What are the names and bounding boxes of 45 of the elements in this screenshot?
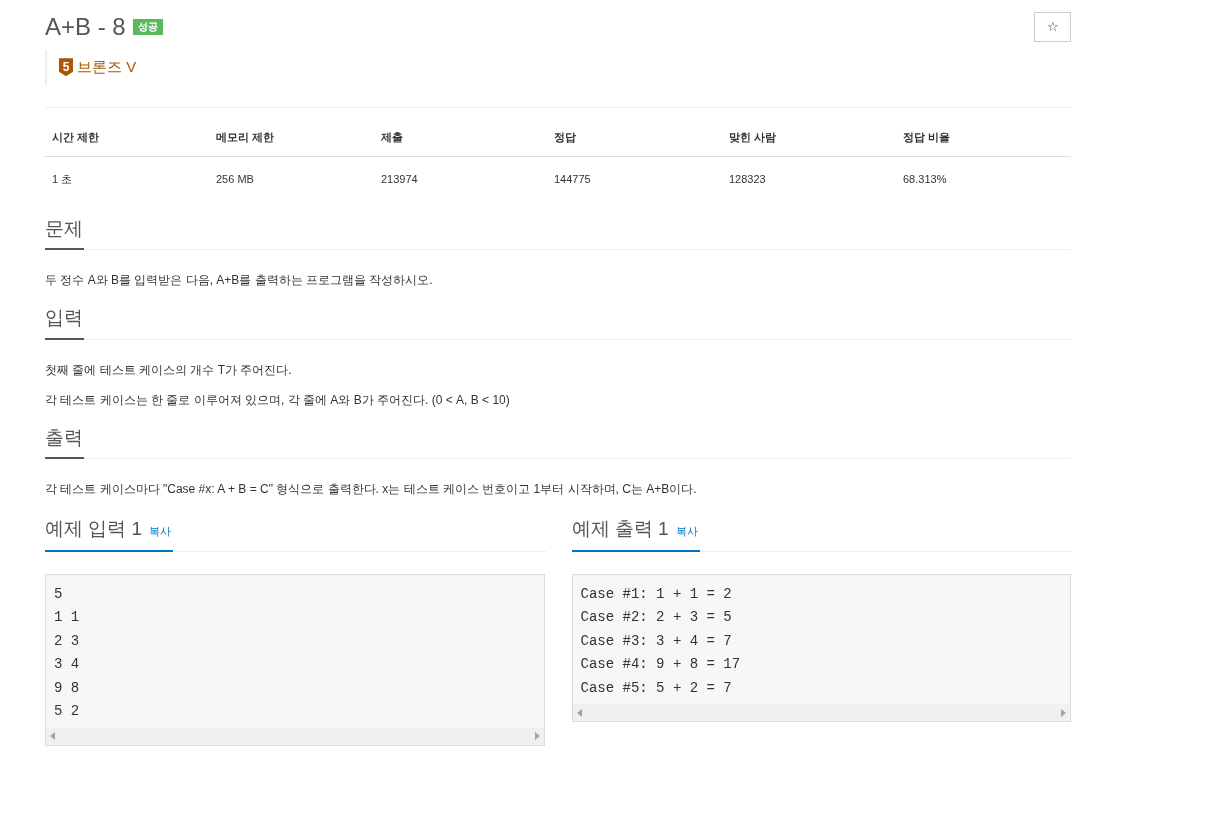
code-line: 5	[54, 584, 64, 604]
paragraph: 첫째 줄에 테스트 케이스의 개수 T가 주어진다.	[45, 361, 293, 378]
column-header: 정답	[554, 130, 576, 143]
result-badge: 성공	[132, 19, 163, 35]
table-cell: 144775	[554, 172, 591, 185]
scroll-right-icon[interactable]	[1061, 708, 1066, 717]
code-line: Case #1: 1 + 1 = 2	[580, 584, 733, 604]
section-heading: 출력	[45, 423, 84, 459]
table-cell: 68.313%	[903, 172, 947, 185]
sample-heading: 예제 출력 1	[571, 517, 669, 541]
code-line: Case #2: 2 + 3 = 5	[580, 608, 733, 627]
table-cell: 128323	[729, 172, 766, 185]
column-header: 시간 제한	[52, 130, 100, 143]
paragraph: 각 테스트 케이스마다 "Case #x: A + B = C" 형식으로 출력한다. x는 테스트 케이스 번호이고 1부터 시작하며, C는 A+B이다.	[45, 481, 698, 497]
code-line: 5 2	[54, 702, 81, 721]
code-line: 3 4	[54, 655, 81, 674]
column-header: 정답 비율	[903, 130, 951, 143]
tier-label[interactable]: 브론즈 V	[77, 56, 137, 79]
scroll-left-icon[interactable]	[50, 732, 55, 740]
paragraph: 각 테스트 케이스는 한 줄로 이루어져 있으며, 각 줄에 A와 B가 주어진다. (0 < A, B < 10)	[45, 391, 511, 408]
code-line: 1 1	[54, 608, 81, 627]
column-header: 제출	[381, 130, 403, 143]
table-cell: 256 MB	[216, 172, 254, 185]
code-line: Case #4: 9 + 8 = 17	[580, 655, 742, 674]
section-heading: 입력	[45, 304, 84, 340]
table-cell: 1 초	[52, 172, 73, 185]
code-line: Case #5: 5 + 2 = 7	[580, 678, 733, 698]
copy-link[interactable]: 복사	[675, 523, 698, 540]
column-header: 맞힌 사람	[729, 130, 777, 143]
problem-title: A+B - 8	[45, 12, 126, 42]
star-button[interactable]: ☆	[1034, 12, 1071, 42]
horizontal-scrollbar[interactable]	[572, 704, 1070, 721]
column-header: 메모리 제한	[216, 130, 275, 143]
paragraph: 두 정수 A와 B를 입력받은 다음, A+B를 출력하는 프로그램을 작성하시오.	[45, 272, 434, 288]
tier-badge: 5	[59, 58, 73, 77]
code-line: 9 8	[54, 678, 81, 698]
scroll-right-icon[interactable]	[534, 732, 540, 740]
copy-link[interactable]: 복사	[149, 523, 172, 540]
sample-heading: 예제 입력 1	[45, 517, 143, 541]
section-heading: 문제	[45, 214, 84, 250]
scroll-left-icon[interactable]	[576, 708, 582, 717]
horizontal-scrollbar[interactable]	[46, 727, 544, 745]
code-line: Case #3: 3 + 4 = 7	[580, 631, 733, 651]
code-line: 2 3	[54, 631, 81, 651]
table-cell: 213974	[381, 172, 418, 185]
